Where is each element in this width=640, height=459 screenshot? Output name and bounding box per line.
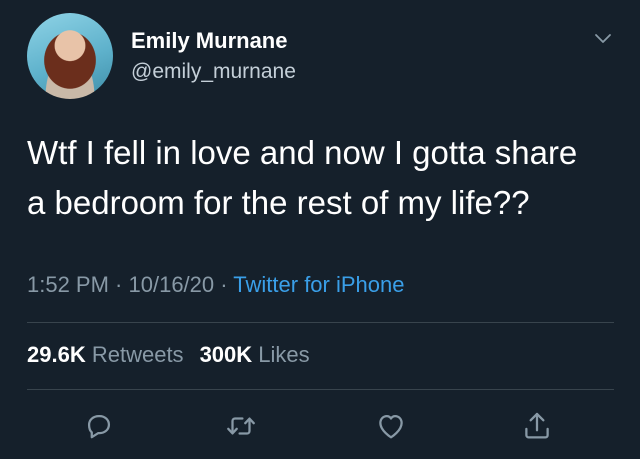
likes-label: Likes: [258, 342, 310, 367]
likes-stat[interactable]: 300K Likes: [200, 342, 310, 367]
tweet-meta: 1:52 PM · 10/16/20 · Twitter for iPhone: [27, 272, 404, 298]
tweet-text: Wtf I fell in love and now I gotta share…: [27, 128, 617, 228]
retweets-stat[interactable]: 29.6K Retweets: [27, 342, 184, 367]
divider: [27, 322, 614, 323]
retweets-label: Retweets: [91, 342, 184, 367]
tweet-source-link[interactable]: Twitter for iPhone: [233, 272, 404, 297]
retweet-icon[interactable]: [224, 409, 258, 443]
divider: [27, 389, 614, 390]
tweet-date[interactable]: 10/16/20: [129, 272, 215, 297]
tweet-text-line: a bedroom for the rest of my life??: [27, 184, 530, 221]
author-handle[interactable]: @emily_murnane: [131, 60, 296, 84]
like-icon[interactable]: [374, 409, 408, 443]
author-name[interactable]: Emily Murnane: [131, 28, 287, 54]
avatar[interactable]: [27, 13, 113, 99]
meta-separator: ·: [108, 272, 129, 297]
chevron-down-icon[interactable]: [594, 32, 612, 46]
tweet-stats: 29.6K Retweets 300K Likes: [27, 342, 310, 368]
share-icon[interactable]: [520, 409, 554, 443]
meta-separator: ·: [214, 272, 234, 297]
tweet-text-line: Wtf I fell in love and now I gotta share: [27, 134, 578, 171]
tweet-time[interactable]: 1:52 PM: [27, 272, 109, 297]
retweets-count: 29.6K: [27, 342, 86, 367]
reply-icon[interactable]: [82, 409, 116, 443]
likes-count: 300K: [199, 342, 253, 367]
